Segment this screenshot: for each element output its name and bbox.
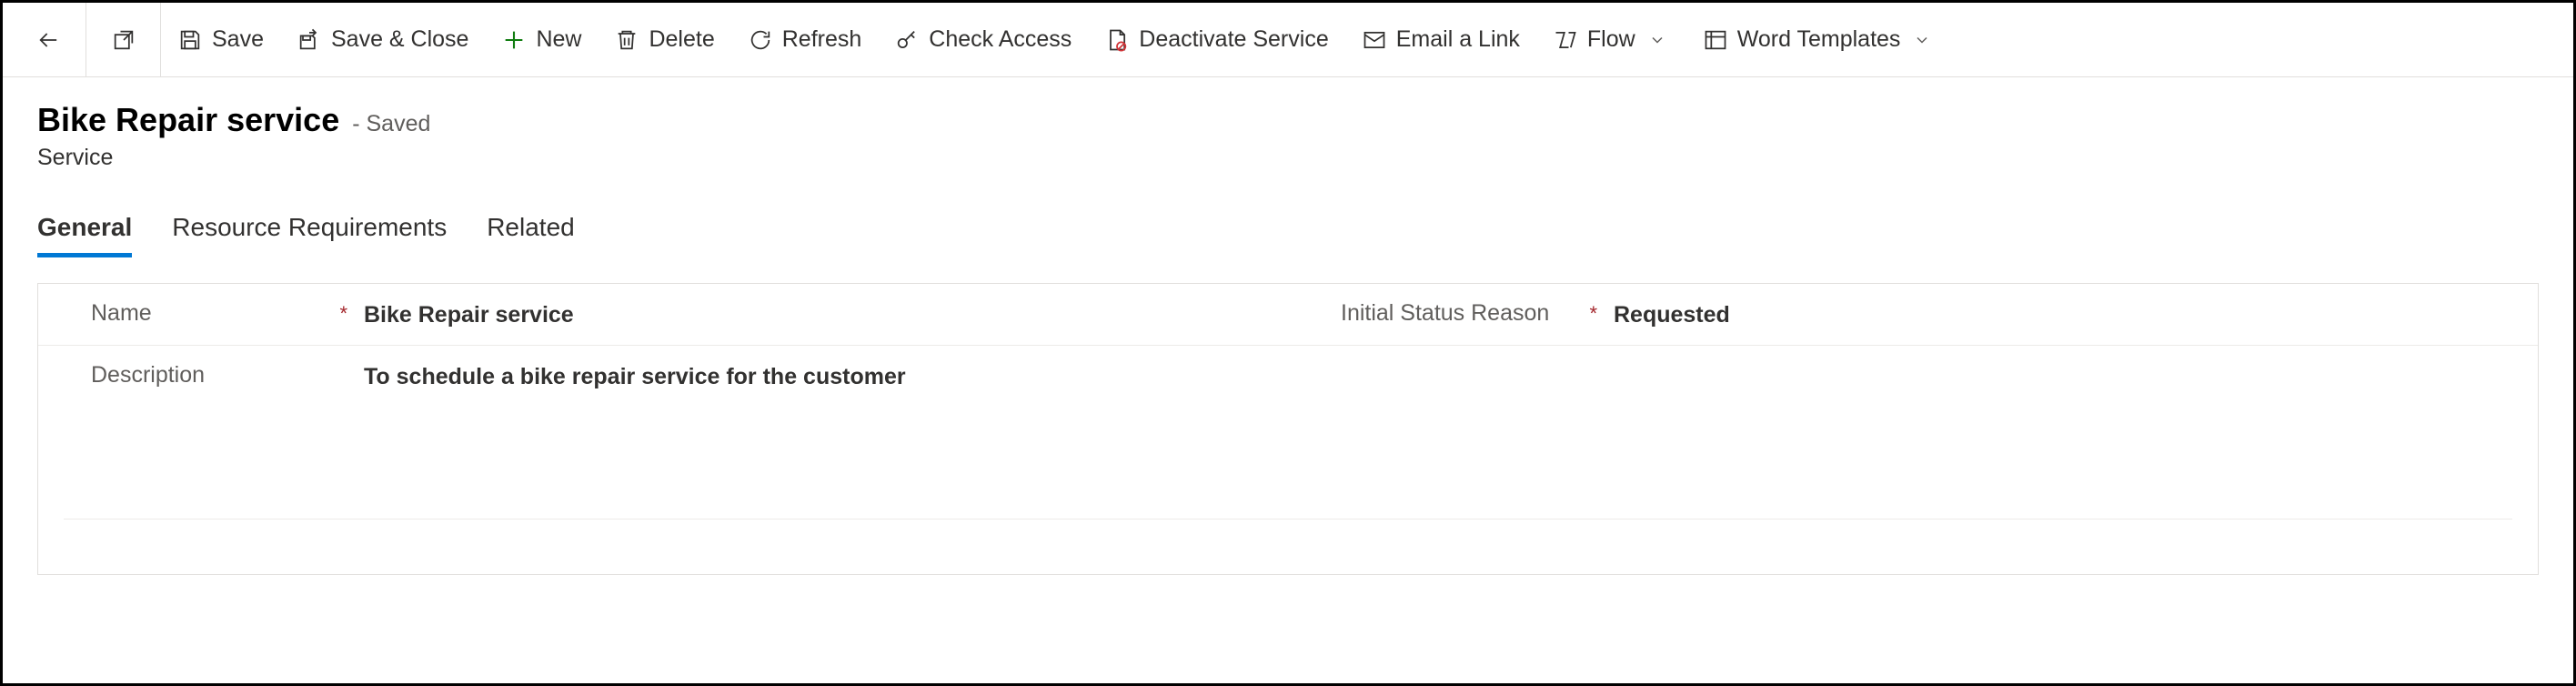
description-label-col: Description bbox=[64, 362, 364, 388]
name-label: Name bbox=[91, 300, 334, 327]
status-label: Initial Status Reason bbox=[1341, 300, 1584, 327]
open-new-window-button[interactable] bbox=[86, 3, 161, 77]
save-icon bbox=[177, 27, 203, 53]
mail-icon bbox=[1362, 27, 1387, 53]
back-button[interactable] bbox=[12, 3, 86, 77]
form-card: Name * Bike Repair service Initial Statu… bbox=[37, 283, 2539, 575]
chevron-down-icon bbox=[1909, 27, 1935, 53]
email-link-button[interactable]: Email a Link bbox=[1345, 3, 1536, 77]
email-link-label: Email a Link bbox=[1396, 26, 1520, 53]
name-field[interactable]: Bike Repair service bbox=[364, 300, 574, 328]
deactivate-icon bbox=[1104, 27, 1130, 53]
form-row-name-status: Name * Bike Repair service Initial Statu… bbox=[38, 284, 2538, 346]
required-asterisk: * bbox=[339, 302, 347, 326]
chevron-down-icon bbox=[1645, 27, 1670, 53]
save-label: Save bbox=[212, 26, 264, 53]
flow-button[interactable]: Flow bbox=[1536, 3, 1686, 77]
check-access-button[interactable]: Check Access bbox=[878, 3, 1088, 77]
form-cell-description: Description To schedule a bike repair se… bbox=[38, 362, 1288, 502]
record-title-row: Bike Repair service - Saved bbox=[37, 101, 2539, 139]
delete-button[interactable]: Delete bbox=[598, 3, 730, 77]
new-button[interactable]: New bbox=[485, 3, 598, 77]
check-access-label: Check Access bbox=[929, 26, 1072, 53]
form-cell-name: Name * Bike Repair service bbox=[38, 300, 1288, 328]
record-entity: Service bbox=[37, 145, 2539, 171]
flow-icon bbox=[1553, 27, 1578, 53]
refresh-label: Refresh bbox=[782, 26, 862, 53]
plus-icon bbox=[501, 27, 527, 53]
deactivate-button[interactable]: Deactivate Service bbox=[1088, 3, 1344, 77]
required-asterisk: * bbox=[1589, 302, 1597, 326]
form-cell-empty bbox=[1288, 362, 2538, 502]
record-header: Bike Repair service - Saved Service bbox=[3, 77, 2573, 187]
command-bar: Save Save & Close New Delete Refresh Che… bbox=[3, 3, 2573, 77]
tab-list: General Resource Requirements Related bbox=[3, 187, 2573, 257]
form-row-description: Description To schedule a bike repair se… bbox=[38, 346, 2538, 519]
form-cell-status: Initial Status Reason * Requested bbox=[1288, 300, 2538, 328]
key-icon bbox=[894, 27, 920, 53]
popout-icon bbox=[111, 27, 136, 53]
status-label-col: Initial Status Reason * bbox=[1313, 300, 1614, 327]
arrow-left-icon bbox=[36, 27, 62, 53]
flow-label: Flow bbox=[1587, 26, 1635, 53]
tab-related[interactable]: Related bbox=[487, 213, 575, 257]
deactivate-label: Deactivate Service bbox=[1139, 26, 1328, 53]
description-field[interactable]: To schedule a bike repair service for th… bbox=[364, 362, 906, 390]
trash-icon bbox=[614, 27, 639, 53]
name-label-col: Name * bbox=[64, 300, 364, 327]
refresh-icon bbox=[748, 27, 773, 53]
save-close-icon bbox=[297, 27, 322, 53]
record-save-status: - Saved bbox=[352, 111, 430, 137]
word-templates-button[interactable]: Word Templates bbox=[1686, 3, 1952, 77]
save-close-label: Save & Close bbox=[331, 26, 468, 53]
new-label: New bbox=[536, 26, 581, 53]
delete-label: Delete bbox=[649, 26, 714, 53]
save-button[interactable]: Save bbox=[161, 3, 280, 77]
tab-general[interactable]: General bbox=[37, 213, 132, 257]
description-label: Description bbox=[91, 362, 364, 388]
save-close-button[interactable]: Save & Close bbox=[280, 3, 485, 77]
refresh-button[interactable]: Refresh bbox=[731, 3, 879, 77]
word-templates-icon bbox=[1703, 27, 1728, 53]
record-title: Bike Repair service bbox=[37, 101, 339, 139]
status-field[interactable]: Requested bbox=[1614, 300, 1730, 328]
form-spacer bbox=[38, 520, 2538, 574]
tab-resource-requirements[interactable]: Resource Requirements bbox=[172, 213, 447, 257]
word-templates-label: Word Templates bbox=[1737, 26, 1901, 53]
